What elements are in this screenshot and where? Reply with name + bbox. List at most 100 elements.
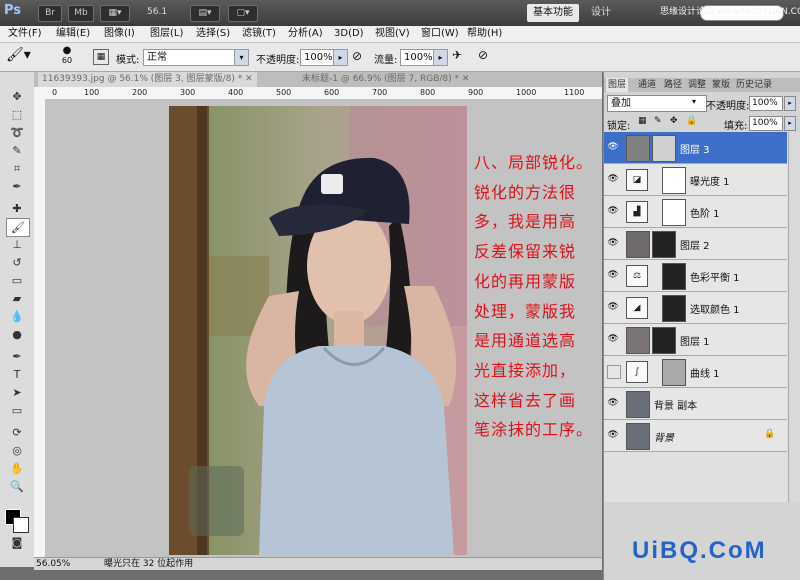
layer-row[interactable]: 👁 ▟ 色阶 1 xyxy=(604,196,787,228)
crop-tool-icon[interactable]: ⌗ xyxy=(6,160,28,177)
extras-dropdown[interactable]: ▦▾ xyxy=(100,5,130,22)
dodge-tool-icon[interactable]: ● xyxy=(6,326,28,343)
3d-orbit-tool-icon[interactable]: ◎ xyxy=(6,442,28,459)
status-zoom[interactable]: 56.05% xyxy=(36,558,70,570)
healing-brush-tool-icon[interactable]: ✚ xyxy=(6,200,28,217)
workspace-design-button[interactable]: 设计 xyxy=(585,4,617,22)
layer-row[interactable]: 👁 图层 1 xyxy=(604,324,787,356)
zoom-tool-icon[interactable]: 🔍 xyxy=(6,478,28,495)
opacity-arrow-icon[interactable]: ▸ xyxy=(784,96,796,111)
menu-file[interactable]: 文件(F) xyxy=(8,27,42,41)
layer-mask-thumbnail[interactable] xyxy=(652,231,676,258)
tab-layers[interactable]: 图层 xyxy=(606,78,629,92)
mini-bridge-button[interactable]: Mb xyxy=(68,5,94,22)
shape-tool-icon[interactable]: ▭ xyxy=(6,402,28,419)
layer-mask-thumbnail[interactable] xyxy=(652,135,676,162)
layer-row[interactable]: 👁 背景 🔒 xyxy=(604,420,787,452)
photo-canvas[interactable] xyxy=(169,106,467,555)
tab-channels[interactable]: 通道 xyxy=(636,78,658,92)
close-icon[interactable]: ✕ xyxy=(245,74,253,84)
clone-stamp-tool-icon[interactable]: ⊥ xyxy=(6,236,28,253)
flow-slider-arrow-icon[interactable]: ▸ xyxy=(433,49,448,66)
layer-row[interactable]: 👁 ⚖ 色彩平衡 1 xyxy=(604,260,787,292)
eyedropper-tool-icon[interactable]: ✒ xyxy=(6,178,28,195)
eye-icon[interactable]: 👁 xyxy=(607,333,619,345)
layer-mask-thumbnail[interactable] xyxy=(662,263,686,290)
fill-input[interactable]: 100% xyxy=(749,116,783,131)
tab-paths[interactable]: 路径 xyxy=(662,78,684,92)
layers-scrollbar[interactable] xyxy=(788,132,800,502)
document-tab-2[interactable]: 未标题-1 @ 66.9% (图层 7, RGB/8) * ✕ xyxy=(298,72,473,87)
lock-transparent-icon[interactable]: ▦ xyxy=(638,116,647,126)
eye-icon[interactable]: 👁 xyxy=(607,429,619,441)
mode-dropdown-arrow-icon[interactable]: ▾ xyxy=(234,49,249,66)
layer-row[interactable]: 👁 图层 3 xyxy=(604,132,787,164)
brush-tool-preset-icon[interactable]: 🖌▾ xyxy=(6,47,32,67)
eye-icon[interactable]: 👁 xyxy=(607,141,619,153)
menu-filter[interactable]: 滤镜(T) xyxy=(242,27,276,41)
lock-all-icon[interactable]: 🔒 xyxy=(686,116,697,126)
menu-view[interactable]: 视图(V) xyxy=(375,27,410,41)
quick-select-tool-icon[interactable]: ✎ xyxy=(6,142,28,159)
layer-mask-thumbnail[interactable] xyxy=(652,327,676,354)
layer-opacity-input[interactable]: 100% xyxy=(749,96,783,111)
bridge-button[interactable]: Br xyxy=(38,5,62,22)
brush-size-picker[interactable]: ● 60 xyxy=(56,46,78,68)
menu-3d[interactable]: 3D(D) xyxy=(334,27,364,41)
eye-icon[interactable]: 👁 xyxy=(607,269,619,281)
opacity-slider-arrow-icon[interactable]: ▸ xyxy=(333,49,348,66)
tab-adjustments[interactable]: 调整 xyxy=(686,78,708,92)
workspace-essentials-button[interactable]: 基本功能 xyxy=(527,4,579,22)
menu-select[interactable]: 选择(S) xyxy=(196,27,230,41)
eye-icon[interactable]: 👁 xyxy=(607,173,619,185)
eye-icon[interactable]: 👁 xyxy=(607,301,619,313)
eye-icon[interactable]: 👁 xyxy=(607,237,619,249)
menu-image[interactable]: 图像(I) xyxy=(104,27,135,41)
layer-row[interactable]: 👁 ◢ 选取颜色 1 xyxy=(604,292,787,324)
arrange-documents-button[interactable]: ▤▾ xyxy=(190,5,220,22)
quick-mask-icon[interactable]: ◙ xyxy=(6,534,28,551)
pressure-opacity-icon[interactable]: ⊘ xyxy=(352,49,362,63)
type-tool-icon[interactable]: T xyxy=(6,366,28,383)
zoom-readout[interactable]: 56.1 xyxy=(147,7,167,17)
path-select-tool-icon[interactable]: ➤ xyxy=(6,384,28,401)
3d-rotate-tool-icon[interactable]: ⟳ xyxy=(6,424,28,441)
opacity-input[interactable]: 100% xyxy=(300,49,335,66)
pressure-size-icon[interactable]: ⊘ xyxy=(478,48,488,62)
eraser-tool-icon[interactable]: ▭ xyxy=(6,272,28,289)
airbrush-icon[interactable]: ✈ xyxy=(452,48,462,62)
layer-row[interactable]: 👁 ◪ 曝光度 1 xyxy=(604,164,787,196)
lock-position-icon[interactable]: ✥ xyxy=(670,116,678,126)
layer-mask-thumbnail[interactable] xyxy=(662,295,686,322)
menu-edit[interactable]: 编辑(E) xyxy=(56,27,90,41)
background-color-swatch[interactable] xyxy=(13,517,29,533)
menu-window[interactable]: 窗口(W) xyxy=(421,27,459,41)
layer-mask-thumbnail[interactable] xyxy=(662,199,686,226)
document-tab-active[interactable]: 11639393.jpg @ 56.1% (图层 3, 图层蒙版/8) * ✕ xyxy=(38,72,257,87)
menu-analysis[interactable]: 分析(A) xyxy=(288,27,323,41)
pen-tool-icon[interactable]: ✒ xyxy=(6,348,28,365)
tab-history[interactable]: 历史记录 xyxy=(734,78,774,92)
layer-mask-thumbnail[interactable] xyxy=(662,359,686,386)
screen-mode-button[interactable]: ▢▾ xyxy=(228,5,258,22)
gradient-tool-icon[interactable]: ▰ xyxy=(6,290,28,307)
brush-panel-toggle-icon[interactable]: ▦ xyxy=(93,49,109,65)
move-tool-icon[interactable]: ✥ xyxy=(6,88,28,105)
blur-tool-icon[interactable]: 💧 xyxy=(6,308,28,325)
layer-mask-thumbnail[interactable] xyxy=(662,167,686,194)
layer-row[interactable]: 👁 背景 副本 xyxy=(604,388,787,420)
layer-row[interactable]: ∫ 曲线 1 xyxy=(604,356,787,388)
history-brush-tool-icon[interactable]: ↺ xyxy=(6,254,28,271)
tab-masks[interactable]: 蒙版 xyxy=(710,78,732,92)
eye-icon[interactable]: 👁 xyxy=(607,205,619,217)
lock-image-icon[interactable]: ✎ xyxy=(654,116,662,126)
brush-tool-icon[interactable]: 🖌 xyxy=(6,218,30,237)
menu-layer[interactable]: 图层(L) xyxy=(150,27,183,41)
layer-row[interactable]: 👁 图层 2 xyxy=(604,228,787,260)
marquee-tool-icon[interactable]: ⬚ xyxy=(6,106,28,123)
fill-arrow-icon[interactable]: ▸ xyxy=(784,116,796,131)
hand-tool-icon[interactable]: ✋ xyxy=(6,460,28,477)
mode-select[interactable]: 正常 xyxy=(143,49,238,66)
chevron-down-icon[interactable]: ▾ xyxy=(692,97,696,106)
visibility-toggle[interactable] xyxy=(607,365,621,379)
